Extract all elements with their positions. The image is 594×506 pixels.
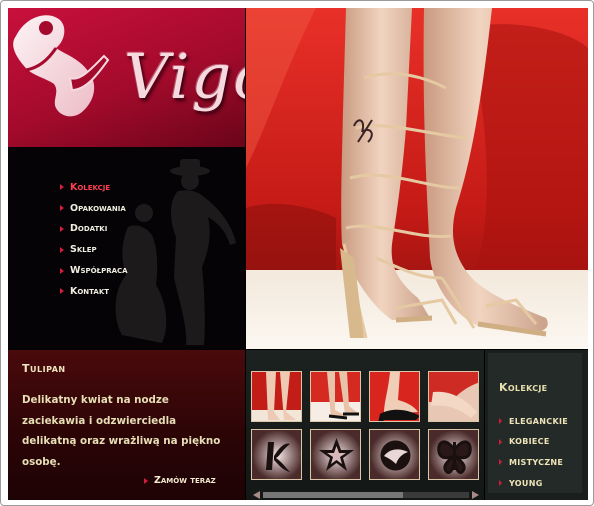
gallery-tattoo-butterfly[interactable]: [428, 429, 479, 480]
star-tattoo-icon: [311, 430, 360, 479]
gallery-tattoo-star[interactable]: [310, 429, 361, 480]
scroll-right-arrow-icon[interactable]: [472, 491, 479, 499]
gallery-photo-legs-reclining[interactable]: [428, 371, 479, 422]
nav-item-opakowania[interactable]: Opakowania: [60, 198, 128, 219]
collection-item-young[interactable]: YOUNG: [499, 473, 568, 494]
legs-red-sofa-photo: [252, 372, 301, 421]
nav-item-label: Opakowania: [70, 202, 126, 214]
collections-list: ELEGANCKIE KOBIECE MISTYCZNE YOUNG: [499, 411, 568, 493]
nav-item-kontakt[interactable]: Kontakt: [60, 281, 128, 302]
collection-item-eleganckie[interactable]: ELEGANCKIE: [499, 411, 568, 432]
legs-reclining-photo: [429, 372, 478, 421]
gallery-photo-foot-black-heel[interactable]: [369, 371, 420, 422]
promo-title: Tulipan: [22, 362, 66, 375]
woman-silhouette-logo-icon: [13, 15, 110, 117]
nav-item-label: Kolekcje: [70, 181, 111, 193]
nav-item-label: Kontakt: [70, 285, 110, 297]
arrow-right-icon: [60, 184, 64, 191]
gallery-tattoo-tribal-k[interactable]: [251, 429, 302, 480]
collection-item-label: KOBIECE: [509, 437, 550, 447]
gallery-panel: [246, 350, 484, 500]
collections-box: Kolekcje ELEGANCKIE KOBIECE MISTYCZNE YO…: [488, 353, 582, 493]
collection-item-label: ELEGANCKIE: [509, 416, 568, 426]
scroll-left-arrow-icon[interactable]: [253, 491, 260, 499]
nav-item-label: Sklep: [70, 244, 97, 256]
vigo-site: Vigo Kolekcje Opakowania Dodatki Sklep W…: [8, 8, 588, 500]
bird-tattoo-icon: [370, 430, 419, 479]
collections-panel: Kolekcje ELEGANCKIE KOBIECE MISTYCZNE YO…: [485, 350, 588, 500]
main-nav: Kolekcje Opakowania Dodatki Sklep Współp…: [8, 147, 245, 350]
promo-description: Delikatny kwiat na nodze zaciekawia i od…: [22, 394, 221, 468]
tribal-k-tattoo-icon: [252, 430, 301, 479]
hero-image: [246, 8, 588, 349]
page-frame: Vigo Kolekcje Opakowania Dodatki Sklep W…: [0, 0, 594, 506]
logo-text: Vigo: [124, 40, 245, 113]
gallery-photo-legs-red-sofa[interactable]: [251, 371, 302, 422]
promo-panel: Tulipan Delikatny kwiat na nodze zacieka…: [8, 350, 245, 500]
order-now-label: Zamów teraz: [154, 475, 216, 486]
arrow-right-icon: [60, 267, 64, 274]
arrow-right-icon: [499, 438, 502, 445]
scroll-thumb[interactable]: [263, 492, 403, 498]
scroll-track[interactable]: [263, 492, 469, 498]
arrow-right-icon: [144, 477, 148, 484]
nav-item-wspolpraca[interactable]: Współpraca: [60, 260, 128, 281]
collection-item-mistyczne[interactable]: MISTYCZNE: [499, 452, 568, 473]
legs-sandals-hero-photo: [246, 8, 588, 349]
arrow-right-icon: [60, 205, 64, 212]
logo[interactable]: Vigo: [8, 8, 245, 147]
arrow-right-icon: [499, 480, 502, 487]
gallery-tattoo-bird[interactable]: [369, 429, 420, 480]
arrow-right-icon: [60, 288, 64, 295]
nav-item-label: Współpraca: [70, 265, 128, 277]
arrow-right-icon: [60, 246, 64, 253]
nav-item-dodatki[interactable]: Dodatki: [60, 219, 128, 240]
collection-item-label: MISTYCZNE: [509, 457, 564, 467]
butterfly-tattoo-icon: [429, 430, 478, 479]
foot-black-heel-photo: [370, 372, 419, 421]
nav-list: Kolekcje Opakowania Dodatki Sklep Współp…: [60, 177, 128, 302]
nav-item-sklep[interactable]: Sklep: [60, 239, 128, 260]
arrow-right-icon: [499, 459, 502, 466]
gallery-scrollbar[interactable]: [253, 491, 479, 499]
gallery-photo-feet-black-sandals[interactable]: [310, 371, 361, 422]
arrow-right-icon: [499, 418, 502, 425]
nav-item-kolekcje[interactable]: Kolekcje: [60, 177, 128, 198]
collection-item-kobiece[interactable]: KOBIECE: [499, 432, 568, 453]
arrow-right-icon: [60, 225, 64, 232]
feet-black-sandals-photo: [311, 372, 360, 421]
order-now-link[interactable]: Zamów teraz: [144, 475, 216, 486]
collections-title: Kolekcje: [499, 381, 548, 394]
collection-item-label: YOUNG: [509, 478, 543, 488]
nav-item-label: Dodatki: [70, 223, 108, 235]
